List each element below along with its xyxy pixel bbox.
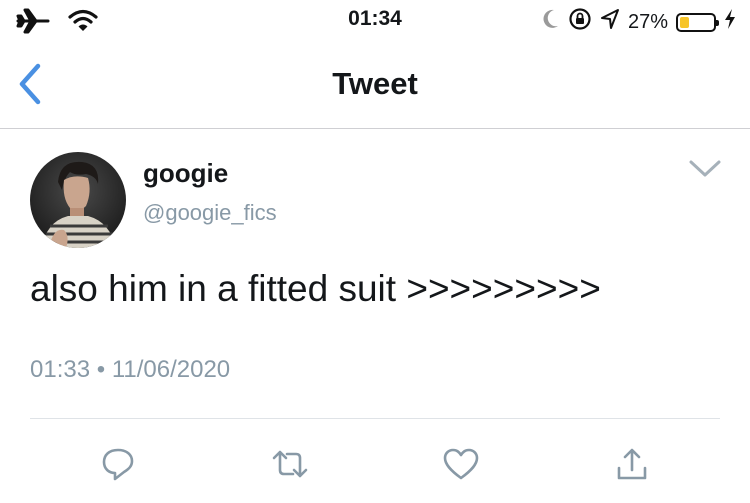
reply-icon <box>102 448 134 481</box>
battery-percent: 27% <box>627 10 668 33</box>
location-icon <box>600 8 620 36</box>
user-handle[interactable]: @googie_fics <box>143 200 277 226</box>
tweet-time: 01:33 <box>30 356 91 383</box>
chevron-down-icon <box>689 160 721 177</box>
divider <box>30 418 720 419</box>
retweet-button[interactable] <box>270 444 310 484</box>
tweet-menu-button[interactable] <box>688 158 722 180</box>
display-name[interactable]: googie <box>143 158 228 189</box>
share-button[interactable] <box>612 444 652 484</box>
charging-icon <box>724 8 736 36</box>
page-title: Tweet <box>332 66 418 101</box>
reply-button[interactable] <box>98 444 138 484</box>
rotation-lock-icon <box>568 7 592 37</box>
status-bar: 01:34 27% <box>0 0 750 42</box>
heart-icon <box>443 448 479 480</box>
moon-icon <box>542 8 560 36</box>
battery-icon <box>676 12 719 32</box>
timestamp-separator: • <box>96 356 106 383</box>
share-icon <box>617 448 647 480</box>
battery-level-fill <box>680 16 689 28</box>
avatar[interactable] <box>30 152 126 248</box>
tweet-timestamp: 01:33 • 11/06/2020 <box>30 356 230 384</box>
retweet-icon <box>272 450 308 478</box>
like-button[interactable] <box>441 444 481 484</box>
status-bar-right: 27% <box>542 7 736 37</box>
tweet-text: also him in a fitted suit >>>>>>>>> <box>30 268 601 309</box>
nav-bar: Tweet <box>0 42 750 129</box>
tweet-date: 11/06/2020 <box>111 356 231 383</box>
